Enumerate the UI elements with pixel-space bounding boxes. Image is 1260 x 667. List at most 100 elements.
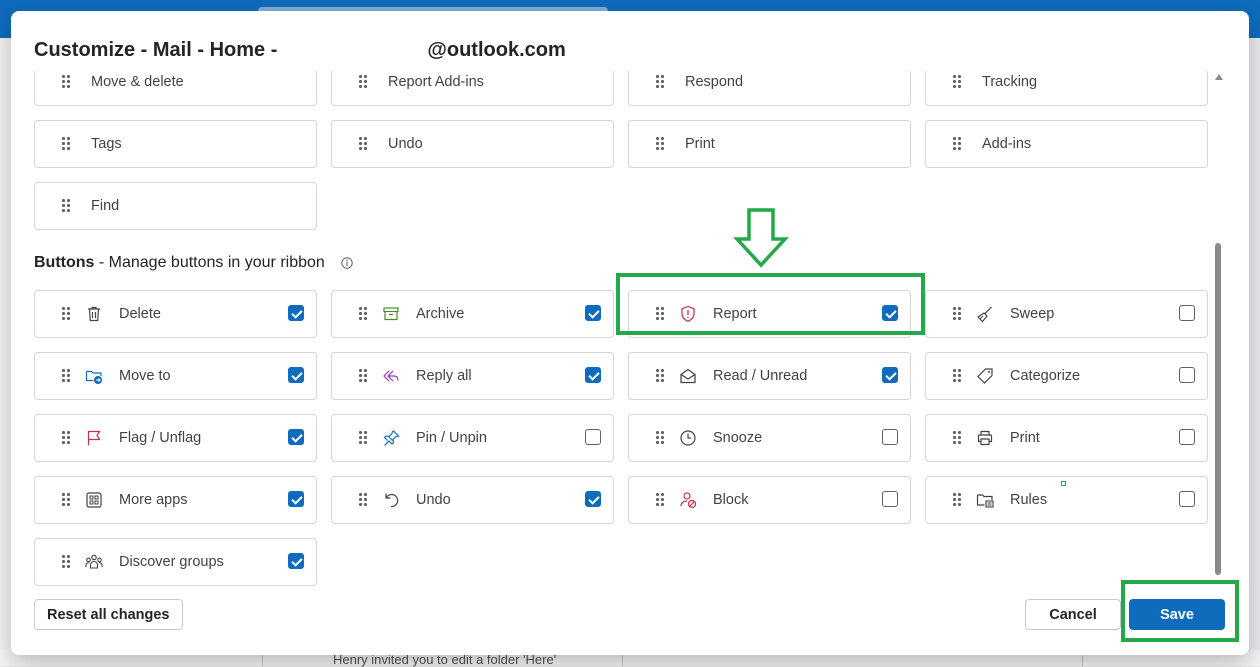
drag-handle-icon[interactable] [656,493,666,507]
drag-handle-icon[interactable] [656,431,666,445]
cancel-button[interactable]: Cancel [1025,599,1121,630]
group-card-undo[interactable]: Undo [331,120,614,168]
group-card-tags[interactable]: Tags [34,120,317,168]
checkbox-categorize[interactable] [1179,367,1195,383]
group-label: Respond [685,74,744,90]
drag-handle-icon[interactable] [62,555,72,569]
button-label: More apps [119,492,188,508]
block-user-icon [680,492,697,509]
drag-handle-icon[interactable] [359,369,369,383]
checkbox-undo[interactable] [585,491,601,507]
scrollbar-thumb[interactable] [1215,243,1221,575]
group-card-respond[interactable]: Respond [628,71,911,106]
drag-handle-icon[interactable] [62,369,72,383]
checkbox-snooze[interactable] [882,429,898,445]
checkbox-pin-unpin[interactable] [585,429,601,445]
button-card-undo[interactable]: Undo [331,476,614,524]
save-button[interactable]: Save [1129,599,1225,630]
button-card-report[interactable]: Report [628,290,911,338]
drag-handle-icon[interactable] [953,75,963,89]
drag-handle-icon[interactable] [359,75,369,89]
drag-handle-icon[interactable] [359,307,369,321]
group-label: Undo [388,136,423,152]
checkbox-sweep[interactable] [1179,305,1195,321]
group-card-move-delete[interactable]: Move & delete [34,71,317,106]
reset-all-changes-button[interactable]: Reset all changes [34,599,183,630]
group-label: Find [91,198,120,214]
checkbox-report[interactable] [882,305,898,321]
scroll-up-arrow-icon[interactable] [1215,74,1223,80]
info-icon[interactable] [341,257,353,269]
button-card-categorize[interactable]: Categorize [925,352,1208,400]
button-label: Archive [416,306,465,322]
group-card-tracking[interactable]: Tracking [925,71,1208,106]
dialog-title-prefix: Customize - Mail - Home - [34,39,278,61]
checkbox-block[interactable] [882,491,898,507]
flag-icon [87,430,101,446]
drag-handle-icon[interactable] [953,431,963,445]
drag-handle-icon[interactable] [656,137,666,151]
drag-handle-icon[interactable] [62,493,72,507]
envelope-open-icon [680,368,696,384]
drag-handle-icon[interactable] [359,493,369,507]
button-card-delete[interactable]: Delete [34,290,317,338]
customize-dialog: Customize - Mail - Home - @outlook.com Mo… [11,11,1249,655]
drag-handle-icon[interactable] [359,431,369,445]
drag-handle-icon[interactable] [62,431,72,445]
drag-handle-icon[interactable] [62,75,72,89]
button-label: Read / Unread [713,368,808,384]
shield-alert-icon [681,305,695,322]
button-card-rules[interactable]: Rules [925,476,1208,524]
checkbox-rules[interactable] [1179,491,1195,507]
group-card-report-add-ins[interactable]: Report Add-ins [331,71,614,106]
drag-handle-icon[interactable] [953,307,963,321]
button-card-reply-all[interactable]: Reply all [331,352,614,400]
button-card-block[interactable]: Block [628,476,911,524]
checkbox-move-to[interactable] [288,367,304,383]
group-label: Add-ins [982,136,1032,152]
drag-handle-icon[interactable] [656,307,666,321]
customize-scroll-area[interactable]: Move & delete Report Add-ins Respond Tracki… [11,71,1249,591]
button-card-archive[interactable]: Archive [331,290,614,338]
rules-folder-icon [976,494,994,508]
drag-handle-icon[interactable] [953,369,963,383]
button-card-move-to[interactable]: Move to [34,352,317,400]
drag-handle-icon[interactable] [656,75,666,89]
group-card-print[interactable]: Print [628,120,911,168]
button-label: Reply all [416,368,472,384]
drag-handle-icon[interactable] [656,369,666,383]
checkbox-more-apps[interactable] [288,491,304,507]
printer-icon [977,430,993,446]
button-card-snooze[interactable]: Snooze [628,414,911,462]
button-card-sweep[interactable]: Sweep [925,290,1208,338]
drag-handle-icon[interactable] [62,199,72,213]
buttons-section-title: Buttons - Manage buttons in your ribbon [34,254,325,272]
drag-handle-icon[interactable] [62,137,72,151]
checkbox-discover-groups[interactable] [288,553,304,569]
button-card-pin-unpin[interactable]: Pin / Unpin [331,414,614,462]
button-card-print[interactable]: Print [925,414,1208,462]
button-card-read-unread[interactable]: Read / Unread [628,352,911,400]
group-label: Tags [91,136,122,152]
checkbox-print[interactable] [1179,429,1195,445]
button-card-discover-groups[interactable]: Discover groups [34,538,317,586]
drag-handle-icon[interactable] [953,493,963,507]
drag-handle-icon[interactable] [62,307,72,321]
button-card-more-apps[interactable]: More apps [34,476,317,524]
checkbox-delete[interactable] [288,305,304,321]
dialog-title: Customize - Mail - Home - @outlook.com [34,39,566,62]
checkbox-reply-all[interactable] [585,367,601,383]
button-label: Discover groups [119,554,224,570]
checkbox-flag-unflag[interactable] [288,429,304,445]
group-card-find[interactable]: Find [34,182,317,230]
checkbox-archive[interactable] [585,305,601,321]
drag-handle-icon[interactable] [359,137,369,151]
folder-move-icon [85,370,102,384]
undo-icon [385,493,399,508]
group-card-add-ins[interactable]: Add-ins [925,120,1208,168]
button-card-flag-unflag[interactable]: Flag / Unflag [34,414,317,462]
checkbox-read-unread[interactable] [882,367,898,383]
drag-handle-icon[interactable] [953,137,963,151]
down-arrow-annotation-icon [733,208,789,268]
annotation-dot [1061,481,1066,486]
